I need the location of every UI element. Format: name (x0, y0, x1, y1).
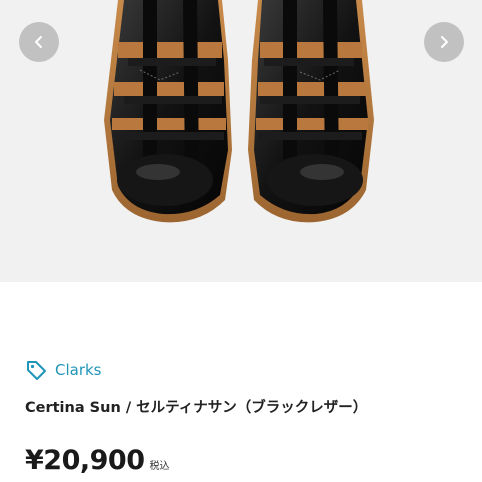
product-image (104, 0, 374, 223)
product-title: Certina Sun / セルティナサン（ブラックレザー） (25, 400, 368, 416)
tag-icon (27, 361, 46, 380)
product-price: ¥20,900 (25, 445, 145, 476)
product-image-gallery[interactable] (0, 0, 482, 282)
brand-name: Clarks (55, 361, 102, 379)
chevron-right-icon (441, 36, 448, 48)
brand-link[interactable]: Clarks (25, 358, 102, 382)
gallery-next-button[interactable] (424, 22, 464, 62)
chevron-left-icon (35, 36, 42, 48)
left-sandal (104, 0, 232, 223)
price-row: ¥20,900 税込 (25, 443, 169, 479)
tax-included-label: 税込 (149, 461, 170, 472)
right-sandal (248, 0, 374, 223)
gallery-prev-button[interactable] (19, 22, 59, 62)
product-page: Clarks Certina Sun / セルティナサン（ブラックレザー） ¥2… (0, 0, 482, 482)
